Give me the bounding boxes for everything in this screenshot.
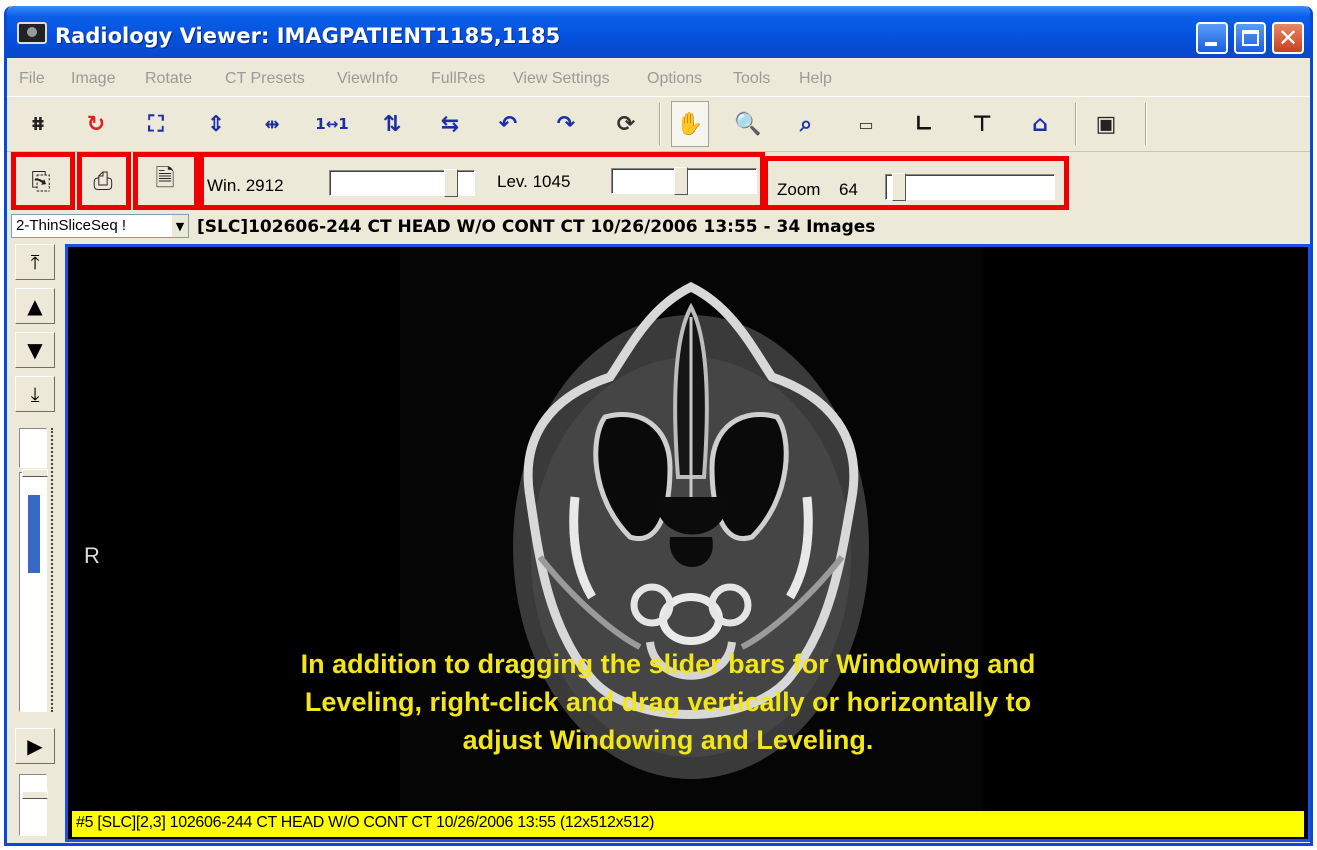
window-slider[interactable] bbox=[329, 169, 475, 197]
zoom-slider[interactable] bbox=[885, 173, 1055, 201]
play-button[interactable]: ▶ bbox=[15, 728, 55, 764]
arrow-down-icon: ▼ bbox=[27, 338, 43, 362]
first-image-button[interactable]: ⤒ bbox=[15, 244, 55, 280]
flip-vertical-icon[interactable]: ⇅ bbox=[373, 101, 411, 147]
fit-window-icon[interactable]: ⛶ bbox=[137, 101, 175, 147]
title-bar[interactable]: Radiology Viewer: IMAGPATIENT1185,1185 ✕ bbox=[7, 6, 1310, 58]
window-slider-thumb[interactable] bbox=[444, 169, 458, 197]
image-status-bar: #5 [SLC][2,3] 102606-244 CT HEAD W/O CON… bbox=[72, 811, 1304, 837]
level-value-label: Lev. 1045 bbox=[497, 172, 571, 191]
display-settings-icon[interactable]: ▣ bbox=[1087, 101, 1125, 147]
level-slider-thumb[interactable] bbox=[674, 167, 688, 195]
camera-icon bbox=[17, 22, 47, 44]
image-navigation-panel: ⤒ ▲ ▼ ⤓ ▶ bbox=[11, 244, 63, 840]
series-selected-value: 2-ThinSliceSeq ! bbox=[16, 217, 127, 234]
menu-file[interactable]: File bbox=[19, 70, 45, 88]
skip-to-first-icon: ⤒ bbox=[30, 250, 40, 274]
image-scroll-track[interactable] bbox=[19, 469, 48, 712]
toolbar-separator bbox=[1075, 103, 1077, 145]
skip-to-last-icon: ⤓ bbox=[30, 382, 40, 406]
fit-height-icon[interactable]: ⇕ bbox=[197, 101, 235, 147]
copy-image-icon[interactable]: ⎘ bbox=[23, 162, 59, 200]
close-icon: ✕ bbox=[1278, 24, 1299, 52]
zoom-icon[interactable]: ⌕ bbox=[787, 101, 825, 147]
image-scroll-thumb[interactable] bbox=[22, 469, 48, 477]
play-icon: ▶ bbox=[27, 734, 43, 758]
layout-icon[interactable]: ⵌ bbox=[19, 101, 57, 147]
menu-fullres[interactable]: FullRes bbox=[431, 70, 485, 88]
window-title: Radiology Viewer: IMAGPATIENT1185,1185 bbox=[55, 24, 561, 48]
angle-icon[interactable]: ∟ bbox=[905, 101, 943, 147]
reset-rotation-icon[interactable]: ⟳ bbox=[607, 101, 645, 147]
toolbar-separator bbox=[1145, 103, 1147, 145]
measure-icon[interactable]: ⊤ bbox=[963, 101, 1001, 147]
menu-bar: File Image Rotate CT Presets ViewInfo Fu… bbox=[7, 64, 1310, 94]
level-slider[interactable] bbox=[611, 167, 757, 195]
zoom-value: 64 bbox=[839, 180, 858, 199]
chevron-down-icon[interactable]: ▼ bbox=[172, 215, 188, 237]
instruction-caption: In addition to dragging the slider bars … bbox=[300, 649, 1036, 755]
ruler-icon[interactable]: ▭ bbox=[847, 101, 885, 147]
menu-help[interactable]: Help bbox=[799, 70, 832, 88]
fit-width-icon[interactable]: ⇹ bbox=[253, 101, 291, 147]
image-scroll-position bbox=[28, 495, 40, 573]
menu-viewinfo[interactable]: ViewInfo bbox=[337, 70, 398, 88]
rotate-right-icon[interactable]: ↷ bbox=[547, 101, 585, 147]
minimize-button[interactable] bbox=[1196, 22, 1228, 54]
menu-view-settings[interactable]: View Settings bbox=[513, 70, 610, 88]
next-image-button[interactable]: ▼ bbox=[15, 332, 55, 368]
control-bar: ⎘ ⎙ 🗎 Win. 2912 Lev. 1045 Zoom 64 bbox=[7, 152, 1310, 210]
zoom-label: Zoom bbox=[777, 180, 821, 199]
roi-icon[interactable]: ⌂ bbox=[1021, 101, 1059, 147]
menu-image[interactable]: Image bbox=[71, 70, 115, 88]
arrow-up-icon: ▲ bbox=[27, 294, 43, 318]
zoom-slider-thumb[interactable] bbox=[892, 173, 906, 201]
image-viewport[interactable]: R In addition to dragging the slider bar… bbox=[65, 244, 1310, 842]
scroll-ticks bbox=[51, 428, 57, 712]
menu-options[interactable]: Options bbox=[647, 70, 702, 88]
maximize-button[interactable] bbox=[1234, 22, 1266, 54]
refresh-icon[interactable]: ↻ bbox=[77, 101, 115, 147]
pan-hand-icon[interactable]: ✋ bbox=[671, 101, 709, 147]
series-header: [SLC]102606-244 CT HEAD W/O CONT CT 10/2… bbox=[197, 217, 876, 237]
app-window: Radiology Viewer: IMAGPATIENT1185,1185 ✕… bbox=[4, 6, 1313, 846]
menu-ct-presets[interactable]: CT Presets bbox=[225, 70, 305, 88]
flip-horizontal-icon[interactable]: ⇆ bbox=[431, 101, 469, 147]
series-dropdown[interactable]: 2-ThinSliceSeq ! ▼ bbox=[11, 214, 189, 238]
rotate-left-icon[interactable]: ↶ bbox=[489, 101, 527, 147]
magnifier-icon[interactable]: 🔍 bbox=[729, 101, 767, 147]
close-button[interactable]: ✕ bbox=[1272, 22, 1304, 54]
maximize-icon bbox=[1242, 30, 1259, 46]
play-speed-thumb[interactable] bbox=[22, 791, 48, 799]
last-image-button[interactable]: ⤓ bbox=[15, 376, 55, 412]
image-scroll-track-top[interactable] bbox=[19, 428, 47, 468]
menu-rotate[interactable]: Rotate bbox=[145, 70, 192, 88]
previous-image-button[interactable]: ▲ bbox=[15, 288, 55, 324]
minimize-icon bbox=[1205, 42, 1217, 46]
menu-tools[interactable]: Tools bbox=[733, 70, 770, 88]
print-icon[interactable]: ⎙ bbox=[85, 162, 121, 200]
main-toolbar: ⵌ ↻ ⛶ ⇕ ⇹ 1↔1 ⇅ ⇆ ↶ ↷ ⟳ ✋ 🔍 ⌕ ▭ ∟ ⊤ ⌂ ▣ bbox=[7, 96, 1310, 152]
series-bar: 2-ThinSliceSeq ! ▼ [SLC]102606-244 CT HE… bbox=[7, 212, 1310, 240]
window-value-label: Win. 2912 bbox=[207, 176, 284, 195]
toolbar-separator bbox=[659, 103, 661, 145]
actual-size-icon[interactable]: 1↔1 bbox=[313, 101, 351, 147]
orientation-marker: R bbox=[84, 543, 100, 568]
report-icon[interactable]: 🗎 bbox=[147, 162, 183, 200]
play-speed-slider[interactable] bbox=[19, 774, 48, 836]
